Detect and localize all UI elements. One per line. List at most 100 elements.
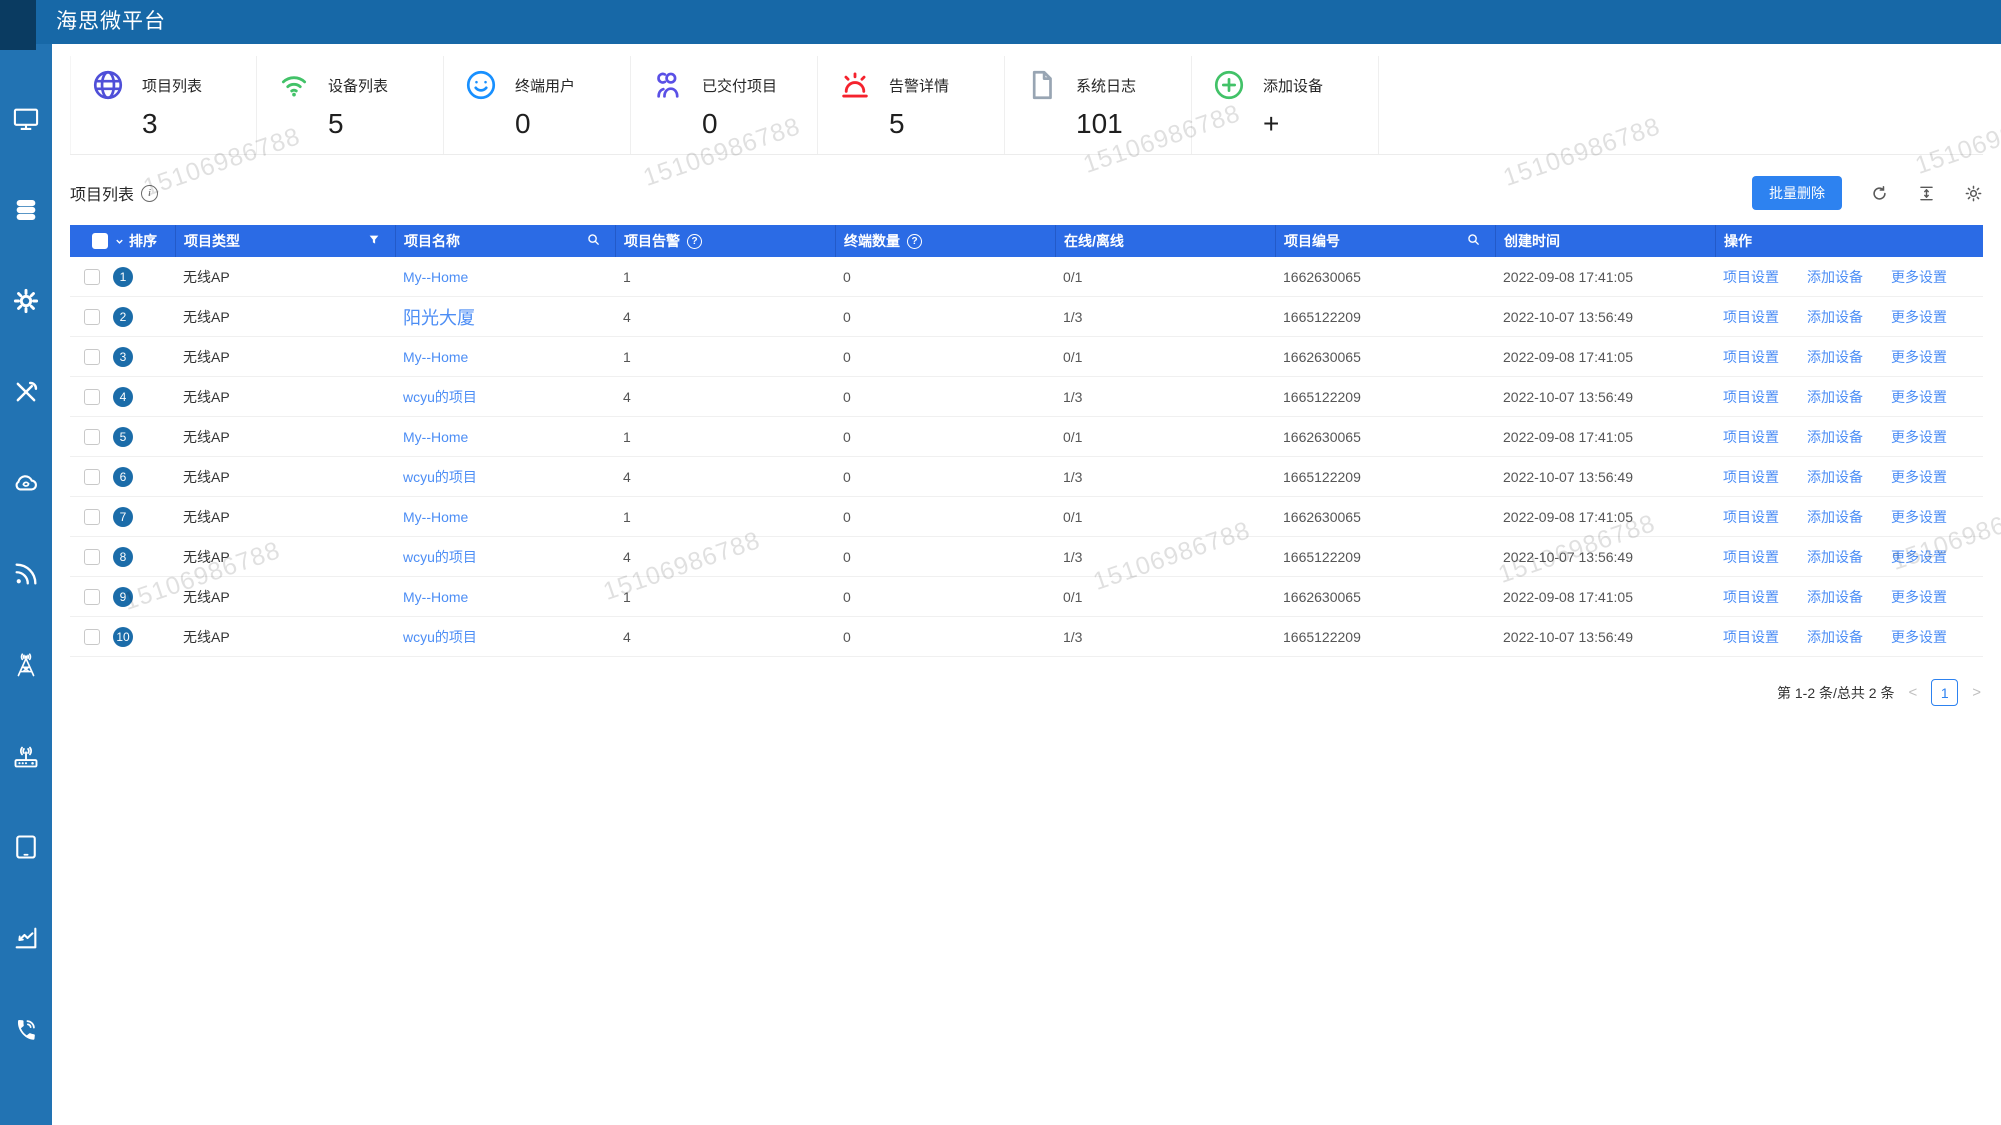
project-name-link[interactable]: wcyu的项目	[403, 629, 477, 645]
project-name-link[interactable]: My--Home	[403, 349, 468, 365]
project-type-cell: 无线AP	[175, 427, 395, 447]
terminal-count-cell: 0	[835, 389, 1055, 405]
column-label: 终端数量	[844, 231, 900, 251]
add-device-link[interactable]: 添加设备	[1807, 507, 1863, 527]
more-settings-link[interactable]: 更多设置	[1891, 267, 1947, 287]
users-icon	[651, 68, 685, 102]
project-name-link[interactable]: 阳光大厦	[403, 308, 475, 328]
add-device-link[interactable]: 添加设备	[1807, 267, 1863, 287]
chevron-down-icon[interactable]	[114, 236, 125, 247]
add-device-link[interactable]: 添加设备	[1807, 307, 1863, 327]
add-device-link[interactable]: 添加设备	[1807, 627, 1863, 647]
more-settings-link[interactable]: 更多设置	[1891, 507, 1947, 527]
more-settings-link[interactable]: 更多设置	[1891, 427, 1947, 447]
add-device-link[interactable]: 添加设备	[1807, 347, 1863, 367]
stat-card-device-list[interactable]: 设备列表 5	[257, 56, 444, 154]
page-number-button[interactable]: 1	[1931, 679, 1958, 706]
stat-card-add-device[interactable]: 添加设备 +	[1192, 56, 1379, 154]
project-settings-link[interactable]: 项目设置	[1723, 467, 1779, 487]
row-checkbox[interactable]	[84, 349, 100, 365]
project-name-link[interactable]: wcyu的项目	[403, 469, 477, 485]
project-settings-link[interactable]: 项目设置	[1723, 587, 1779, 607]
project-name-link[interactable]: My--Home	[403, 269, 468, 285]
refresh-icon[interactable]	[1870, 184, 1889, 203]
more-settings-link[interactable]: 更多设置	[1891, 387, 1947, 407]
project-settings-link[interactable]: 项目设置	[1723, 547, 1779, 567]
add-device-link[interactable]: 添加设备	[1807, 547, 1863, 567]
stat-card-end-users[interactable]: 终端用户 0	[444, 56, 631, 154]
sidebar-item-signal[interactable]	[11, 561, 41, 591]
sidebar-item-router[interactable]	[11, 743, 41, 773]
filter-icon[interactable]	[367, 233, 381, 250]
stat-card-delivered-projects[interactable]: 已交付项目 0	[631, 56, 818, 154]
sidebar-item-phone[interactable]	[11, 1016, 41, 1046]
stat-card-alarm-details[interactable]: 告警详情 5	[818, 56, 1005, 154]
more-settings-link[interactable]: 更多设置	[1891, 627, 1947, 647]
project-alarm-cell: 4	[615, 629, 835, 645]
project-name-link[interactable]: My--Home	[403, 429, 468, 445]
info-icon[interactable]: i	[141, 185, 158, 202]
add-device-link[interactable]: 添加设备	[1807, 387, 1863, 407]
terminal-count-cell: 0	[835, 309, 1055, 325]
row-checkbox[interactable]	[84, 309, 100, 325]
more-settings-link[interactable]: 更多设置	[1891, 467, 1947, 487]
next-page-icon[interactable]: >	[1970, 684, 1983, 701]
row-checkbox[interactable]	[84, 589, 100, 605]
row-density-icon[interactable]	[1917, 184, 1936, 203]
row-checkbox[interactable]	[84, 549, 100, 565]
project-type-cell: 无线AP	[175, 347, 395, 367]
settings-gear-icon[interactable]	[1964, 184, 1983, 203]
project-name-link[interactable]: My--Home	[403, 509, 468, 525]
project-settings-link[interactable]: 项目设置	[1723, 387, 1779, 407]
stat-card-value: 0	[702, 108, 817, 140]
add-device-link[interactable]: 添加设备	[1807, 467, 1863, 487]
stat-card-project-list[interactable]: 项目列表 3	[70, 56, 257, 154]
project-name-link[interactable]: My--Home	[403, 589, 468, 605]
sidebar-item-chart[interactable]	[11, 925, 41, 955]
created-time-cell: 2022-10-07 13:56:49	[1495, 629, 1715, 645]
project-name-link[interactable]: wcyu的项目	[403, 389, 477, 405]
column-project-alarm: 项目告警 ?	[615, 225, 835, 257]
column-terminal-count: 终端数量 ?	[835, 225, 1055, 257]
online-offline-cell: 1/3	[1055, 629, 1275, 645]
sidebar-item-cloud[interactable]	[11, 470, 41, 500]
row-checkbox[interactable]	[84, 469, 100, 485]
project-settings-link[interactable]: 项目设置	[1723, 307, 1779, 327]
project-settings-link[interactable]: 项目设置	[1723, 267, 1779, 287]
add-device-link[interactable]: 添加设备	[1807, 427, 1863, 447]
project-id-cell: 1662630065	[1275, 349, 1495, 365]
row-checkbox[interactable]	[84, 389, 100, 405]
project-settings-link[interactable]: 项目设置	[1723, 627, 1779, 647]
project-settings-link[interactable]: 项目设置	[1723, 347, 1779, 367]
project-alarm-cell: 1	[615, 589, 835, 605]
project-name-link[interactable]: wcyu的项目	[403, 549, 477, 565]
help-icon[interactable]: ?	[907, 234, 922, 249]
more-settings-link[interactable]: 更多设置	[1891, 587, 1947, 607]
batch-delete-button[interactable]: 批量删除	[1752, 176, 1842, 210]
more-settings-link[interactable]: 更多设置	[1891, 347, 1947, 367]
sidebar-item-database[interactable]	[11, 197, 41, 227]
column-actions: 操作	[1715, 225, 1983, 257]
database-icon	[12, 196, 40, 229]
more-settings-link[interactable]: 更多设置	[1891, 547, 1947, 567]
sidebar-item-antenna[interactable]	[11, 652, 41, 682]
help-icon[interactable]: ?	[687, 234, 702, 249]
row-checkbox[interactable]	[84, 429, 100, 445]
sidebar-item-tools[interactable]	[11, 379, 41, 409]
row-checkbox[interactable]	[84, 269, 100, 285]
add-device-link[interactable]: 添加设备	[1807, 587, 1863, 607]
sidebar-item-settings[interactable]	[11, 288, 41, 318]
search-icon[interactable]	[1466, 232, 1481, 250]
search-icon[interactable]	[586, 232, 601, 250]
projects-table: 排序 项目类型 项目名称 项目告警 ? 终端数量 ? 在线/离线 项	[70, 225, 1983, 657]
stat-card-system-logs[interactable]: 系统日志 101	[1005, 56, 1192, 154]
prev-page-icon[interactable]: <	[1906, 684, 1919, 701]
more-settings-link[interactable]: 更多设置	[1891, 307, 1947, 327]
row-checkbox[interactable]	[84, 629, 100, 645]
sidebar-item-monitor[interactable]	[11, 106, 41, 136]
row-checkbox[interactable]	[84, 509, 100, 525]
sidebar-item-tablet[interactable]	[11, 834, 41, 864]
project-settings-link[interactable]: 项目设置	[1723, 507, 1779, 527]
select-all-checkbox[interactable]	[92, 233, 108, 249]
project-settings-link[interactable]: 项目设置	[1723, 427, 1779, 447]
